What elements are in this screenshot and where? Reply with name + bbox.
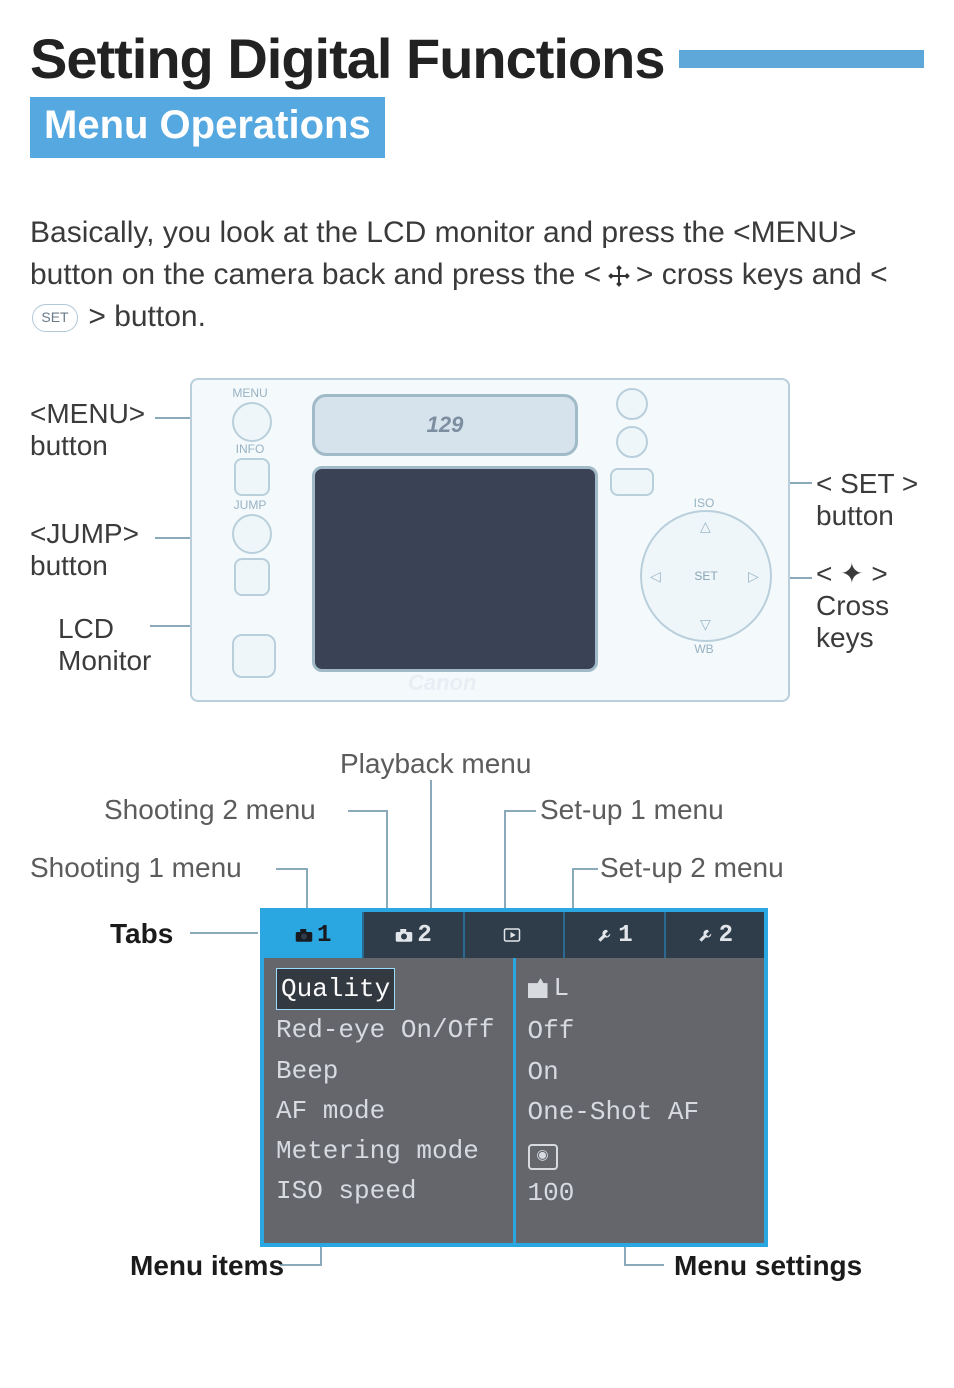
camera-info-button[interactable]	[234, 458, 270, 496]
menu-item[interactable]: Beep	[276, 1051, 501, 1091]
set-button-icon: SET	[32, 304, 78, 332]
label-shooting2-menu: Shooting 2 menu	[104, 794, 316, 826]
tab-number: 1	[317, 922, 331, 949]
menu-value: ◉	[528, 1132, 753, 1172]
camera-jump-glyph-label: JUMP	[230, 498, 270, 512]
camera-lcd-screen	[312, 466, 598, 672]
camera-play-button[interactable]	[234, 558, 270, 596]
menu-value: Off	[528, 1011, 753, 1051]
label-tabs: Tabs	[110, 918, 173, 950]
menu-items-column: QualityRed-eye On/OffBeepAF modeMetering…	[264, 958, 516, 1243]
camera-menu-button[interactable]	[232, 402, 272, 442]
label-menu-items: Menu items	[130, 1250, 284, 1282]
menu-value: L	[528, 968, 753, 1011]
label-playback-menu: Playback menu	[340, 748, 531, 780]
menu-item[interactable]: ISO speed	[276, 1171, 501, 1211]
tab-shooting2[interactable]: 2	[364, 912, 464, 958]
menu-diagram: Playback menu Shooting 2 menu Set-up 1 m…	[30, 748, 924, 1388]
tab-row: 1 2 1 2	[264, 912, 764, 958]
play-icon	[503, 927, 521, 943]
page-title: Setting Digital Functions	[30, 26, 665, 91]
camera-wb-glyph-label: WB	[684, 642, 724, 656]
label-menu-settings: Menu settings	[674, 1250, 862, 1282]
menu-item[interactable]: Red-eye On/Off	[276, 1010, 501, 1050]
section-subheading: Menu Operations	[30, 97, 385, 158]
camera-jump-button[interactable]	[232, 514, 272, 554]
tab-number: 1	[618, 922, 632, 949]
wrench-icon	[697, 927, 715, 943]
label-setup2-menu: Set-up 2 menu	[600, 852, 784, 884]
tab-setup1[interactable]: 1	[565, 912, 665, 958]
camera-afpt-button[interactable]	[616, 426, 648, 458]
camera-menu-glyph-label: MENU	[230, 386, 270, 400]
menu-item[interactable]: AF mode	[276, 1091, 501, 1131]
intro-paragraph: Basically, you look at the LCD monitor a…	[30, 212, 924, 338]
camera-drive-button[interactable]	[610, 468, 654, 496]
menu-value: 100	[528, 1173, 753, 1213]
camera-ael-button[interactable]	[616, 388, 648, 420]
camera-iso-glyph-label: ISO	[684, 496, 724, 510]
camera-brand: Canon	[408, 670, 476, 696]
tab-shooting1[interactable]: 1	[264, 912, 364, 958]
camera-trash-button[interactable]	[232, 634, 276, 678]
tab-number: 2	[417, 922, 431, 949]
camera-icon	[395, 927, 413, 943]
menu-value: One-Shot AF	[528, 1092, 753, 1132]
camera-illustration: <MENU> button <JUMP> button LCD Monitor …	[30, 378, 924, 718]
tab-playback[interactable]	[465, 912, 565, 958]
cross-keys-icon	[610, 267, 628, 285]
camera-top-lcd: 129	[312, 394, 578, 456]
menu-screenshot: 1 2 1 2 QualityRed-eye On/OffBeepAF modeMet…	[260, 908, 768, 1247]
camera-info-glyph-label: INFO	[230, 442, 270, 456]
menu-value: On	[528, 1052, 753, 1092]
quality-icon	[528, 978, 548, 998]
menu-settings-column: LOffOnOne-Shot AF ◉ 100	[516, 958, 765, 1243]
tab-number: 2	[719, 922, 733, 949]
camera-icon	[295, 927, 313, 943]
menu-item[interactable]: Quality	[276, 968, 501, 1010]
wrench-icon	[596, 927, 614, 943]
title-accent-bar	[679, 50, 924, 68]
label-setup1-menu: Set-up 1 menu	[540, 794, 724, 826]
camera-control-dial[interactable]: SET △ ▽ ◁ ▷	[640, 510, 772, 642]
tab-setup2[interactable]: 2	[666, 912, 764, 958]
evaluative-metering-icon: ◉	[528, 1144, 558, 1170]
menu-item[interactable]: Metering mode	[276, 1131, 501, 1171]
label-shooting1-menu: Shooting 1 menu	[30, 852, 242, 884]
